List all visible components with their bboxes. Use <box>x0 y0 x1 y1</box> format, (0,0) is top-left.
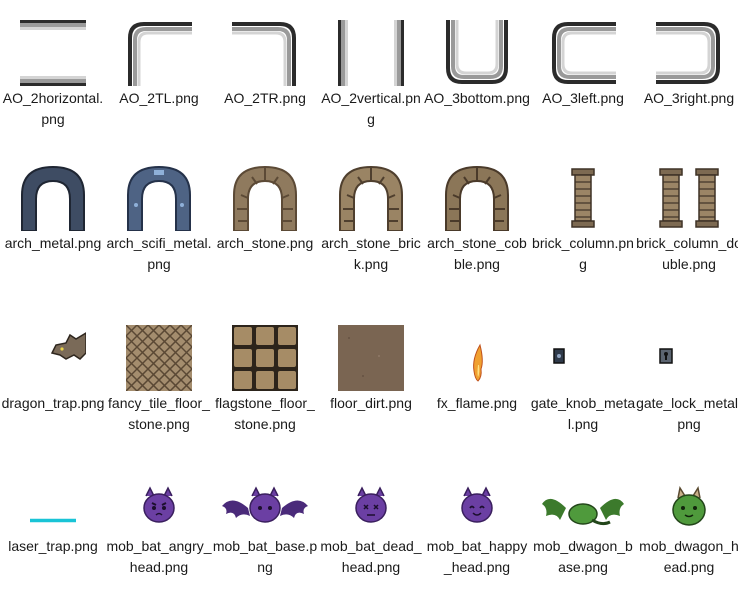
file-item[interactable]: mob_bat_dead_head.png <box>318 476 424 616</box>
arch-stone-icon <box>232 165 298 231</box>
ao-2tr-icon <box>232 20 298 86</box>
bat-happy-head-icon <box>430 486 524 532</box>
bat-angry-head-icon <box>112 486 206 532</box>
gate-lock-icon <box>656 325 722 391</box>
file-name-label: dragon_trap.png <box>1 395 105 411</box>
ao-3right-icon <box>656 20 722 86</box>
file-name-label: gate_lock_metal.png <box>636 395 738 432</box>
file-grid: AO_2horizontal.png AO_2TL.png AO_2TR.png AO… <box>0 0 738 607</box>
file-name-label: floor_dirt.png <box>330 395 412 411</box>
file-item[interactable]: AO_3right.png <box>636 12 738 152</box>
file-item[interactable]: mob_dwagon_base.png <box>530 476 636 616</box>
file-item[interactable]: AO_2vertical.png <box>318 12 424 152</box>
laser-trap-icon <box>6 486 100 532</box>
ao-2vertical-icon <box>338 20 404 86</box>
file-item[interactable]: arch_stone_brick.png <box>318 157 424 297</box>
file-item[interactable]: AO_2TR.png <box>212 12 318 152</box>
flagstone-floor-icon <box>232 325 298 391</box>
file-name-label: AO_2horizontal.png <box>2 90 104 127</box>
file-item[interactable]: mob_dwagon_head.png <box>636 476 738 616</box>
file-name-label: laser_trap.png <box>8 538 98 554</box>
dwagon-head-icon <box>642 486 736 532</box>
file-item[interactable]: fancy_tile_floor_stone.png <box>106 317 212 457</box>
file-item[interactable]: gate_lock_metal.png <box>636 317 738 457</box>
file-item[interactable]: brick_column_double.png <box>636 157 738 297</box>
file-name-label: AO_3left.png <box>542 90 624 106</box>
file-name-label: mob_dwagon_head.png <box>639 538 738 575</box>
file-name-label: gate_knob_metal.png <box>530 395 636 432</box>
file-item[interactable]: AO_2horizontal.png <box>0 12 106 152</box>
file-item[interactable]: arch_metal.png <box>0 157 106 297</box>
arch-metal-icon <box>20 165 86 231</box>
file-name-label: mob_bat_dead_head.png <box>320 538 422 575</box>
file-item[interactable]: mob_bat_angry_head.png <box>106 476 212 616</box>
file-name-label: AO_3right.png <box>643 90 735 106</box>
file-name-label: mob_bat_angry_head.png <box>106 538 212 575</box>
file-item[interactable]: laser_trap.png <box>0 476 106 616</box>
file-name-label: arch_metal.png <box>4 235 102 251</box>
brick-column-double-icon <box>656 165 722 231</box>
file-item[interactable]: fx_flame.png <box>424 317 530 457</box>
ao-3left-icon <box>550 20 616 86</box>
file-item[interactable]: gate_knob_metal.png <box>530 317 636 457</box>
file-item[interactable]: AO_2TL.png <box>106 12 212 152</box>
file-name-label: flagstone_floor_stone.png <box>215 395 315 432</box>
arch-scifi-metal-icon <box>126 165 192 231</box>
ao-2tl-icon <box>126 20 192 86</box>
file-name-label: AO_3bottom.png <box>424 90 530 106</box>
dwagon-base-icon <box>536 486 630 532</box>
file-item[interactable]: flagstone_floor_stone.png <box>212 317 318 457</box>
file-name-label: AO_2vertical.png <box>321 90 421 127</box>
file-name-label: AO_2TR.png <box>224 90 306 106</box>
dragon-trap-icon <box>20 325 86 391</box>
arch-stone-brick-icon <box>338 165 404 231</box>
file-item[interactable]: brick_column.png <box>530 157 636 297</box>
file-name-label: arch_stone_cobble.png <box>427 235 527 272</box>
file-name-label: arch_scifi_metal.png <box>106 235 212 272</box>
floor-dirt-icon <box>338 325 404 391</box>
file-name-label: fx_flame.png <box>436 395 518 411</box>
file-name-label: mob_bat_happy_head.png <box>426 538 528 575</box>
ao-2horizontal-icon <box>20 20 86 86</box>
file-item[interactable]: dragon_trap.png <box>0 317 106 457</box>
file-name-label: brick_column.png <box>532 235 634 272</box>
fancy-tile-floor-icon <box>126 325 192 391</box>
file-name-label: arch_stone.png <box>216 235 314 251</box>
brick-column-icon <box>550 165 616 231</box>
file-item[interactable]: mob_bat_base.png <box>212 476 318 616</box>
gate-knob-icon <box>550 325 616 391</box>
ao-3bottom-icon <box>444 20 510 86</box>
file-item[interactable]: arch_scifi_metal.png <box>106 157 212 297</box>
flame-icon <box>444 325 510 391</box>
file-item[interactable]: AO_3bottom.png <box>424 12 530 152</box>
file-item[interactable]: floor_dirt.png <box>318 317 424 457</box>
file-name-label: arch_stone_brick.png <box>321 235 421 272</box>
file-name-label: mob_dwagon_base.png <box>533 538 633 575</box>
file-item[interactable]: AO_3left.png <box>530 12 636 152</box>
bat-base-icon <box>218 486 312 532</box>
file-item[interactable]: arch_stone.png <box>212 157 318 297</box>
file-name-label: brick_column_double.png <box>636 235 738 272</box>
bat-dead-head-icon <box>324 486 418 532</box>
file-name-label: fancy_tile_floor_stone.png <box>108 395 210 432</box>
file-item[interactable]: mob_bat_happy_head.png <box>424 476 530 616</box>
file-name-label: mob_bat_base.png <box>212 538 318 575</box>
arch-stone-cobble-icon <box>444 165 510 231</box>
file-item[interactable]: arch_stone_cobble.png <box>424 157 530 297</box>
file-name-label: AO_2TL.png <box>119 90 199 106</box>
